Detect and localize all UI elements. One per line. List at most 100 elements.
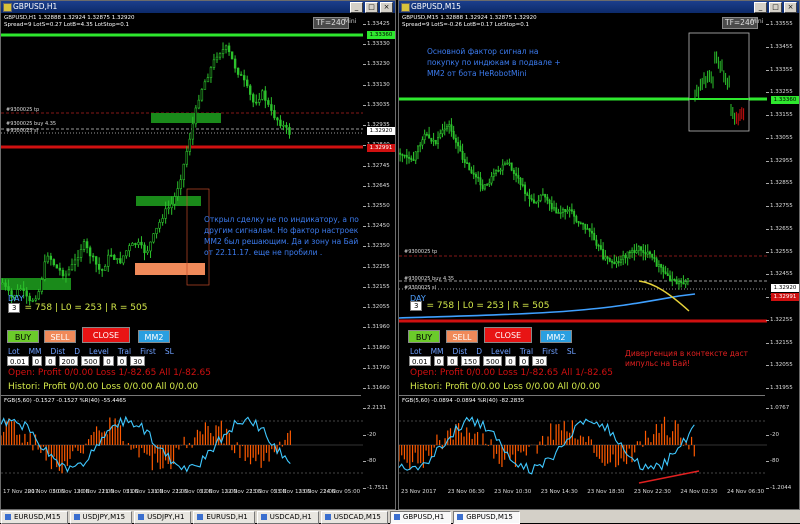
mm2-button[interactable]: MM2: [540, 330, 572, 343]
open-positions-line: Open: Profit 0/0.00 Loss 1/-82.65 All 1/…: [8, 368, 211, 378]
maximize-button[interactable]: □: [365, 2, 378, 13]
oscillator-chart[interactable]: [1, 397, 363, 493]
price-axis: 1.33555 1.33455 1.33355 1.33255 1.33155 1.330…: [766, 13, 799, 393]
axis-tick: 1.32550: [363, 203, 390, 209]
price-label-green: 1.33360: [367, 31, 395, 39]
close-all-button[interactable]: CLOSE: [82, 327, 130, 343]
axis-tick: 1.32155: [766, 339, 793, 346]
axis-tick: 1.32655: [766, 225, 793, 232]
param-input[interactable]: 0: [505, 356, 516, 366]
axis-tick: 1.32350: [363, 243, 390, 250]
param-input[interactable]: 500: [80, 356, 101, 366]
stat-text: = 758 | L0 = 253 | R = 505: [24, 303, 148, 313]
time-tick: 23 Nov 06:30: [447, 489, 485, 495]
axis-tick: -80: [766, 458, 779, 465]
param-label: Level: [89, 347, 109, 356]
price-label-current: 1.32920: [771, 284, 799, 292]
param-labels: Lot MM Dist D Level Tral First SL: [8, 347, 183, 356]
param-fields: 0.01 0 0 150 500 0 0 30: [409, 356, 548, 366]
chart-tab[interactable]: EURUSD,M15: [1, 511, 68, 524]
axis-tick: -1.7511: [362, 485, 389, 491]
param-input[interactable]: 0: [116, 356, 128, 366]
chart-tab[interactable]: EURUSD,H1: [193, 511, 255, 524]
stat-text: = 758 | L0 = 253 | R = 505: [426, 301, 550, 311]
oscillator-chart[interactable]: [399, 397, 767, 493]
param-label: SL: [566, 347, 576, 356]
minimize-button[interactable]: _: [350, 2, 363, 13]
buy-button[interactable]: BUY: [408, 330, 440, 343]
param-label: Level: [491, 347, 511, 356]
level-tp-label: #9300025 tp: [6, 107, 40, 113]
param-label: First: [140, 347, 156, 356]
sell-button[interactable]: SELL: [446, 330, 478, 343]
window-titlebar[interactable]: GBPUSD,H1 _ □ ×: [1, 1, 395, 13]
param-label: Dist: [452, 347, 468, 356]
axis-tick: 1.33330: [363, 41, 390, 48]
param-label: MM: [430, 347, 444, 356]
axis-tick: 1.31960: [363, 324, 390, 331]
param-input[interactable]: 30: [130, 356, 146, 366]
chart-tab[interactable]: GBPUSD,M15: [453, 511, 520, 524]
chart-tab[interactable]: USDCAD,M15: [320, 511, 388, 524]
day-label: DAY: [8, 294, 24, 303]
close-all-button[interactable]: CLOSE: [484, 327, 532, 343]
param-input[interactable]: 0: [103, 356, 114, 366]
close-button[interactable]: ×: [380, 2, 393, 13]
time-axis: 17 Nov 2017 20 Nov 05:00 20 Nov 13:00 20 No…: [1, 489, 361, 499]
param-input[interactable]: 0: [433, 356, 445, 366]
param-label: Lot: [8, 347, 20, 356]
chart-tabs-bar: EURUSD,M15 USDJPY,M15 USDJPY,H1 EURUSD,H1 US…: [0, 510, 800, 524]
chart-tab[interactable]: GBPUSD,H1: [389, 511, 452, 524]
axis-tick: 1.33455: [766, 43, 793, 50]
param-input[interactable]: 200: [58, 356, 78, 366]
axis-tick: 1.33355: [766, 66, 793, 73]
close-button[interactable]: ×: [784, 2, 797, 13]
chart-tab[interactable]: USDCAD,H1: [256, 511, 319, 524]
param-labels: Lot MM Dist D Level Tral First SL: [410, 347, 585, 356]
axis-tick: -20: [363, 431, 376, 438]
axis-tick: 1.0767: [765, 405, 790, 411]
param-label: Tral: [117, 347, 132, 356]
axis-tick: 1.33230: [363, 61, 390, 68]
axis-tick: 1.32155: [363, 283, 390, 290]
axis-tick: 1.32255: [363, 263, 390, 270]
history-line: Histori: Profit 0/0.00 Loss 0/0.00 All 0…: [410, 382, 601, 392]
divergence-note: Дивергенция в контексте даст импульс на …: [625, 349, 748, 368]
trade-comment: Основной фактор сигнал на покупку по инд…: [427, 47, 561, 78]
param-input[interactable]: 0: [45, 356, 56, 366]
param-input[interactable]: 30: [532, 356, 548, 366]
param-input[interactable]: 0.01: [7, 356, 29, 366]
axis-tick: -80: [363, 458, 376, 465]
axis-tick: 1.32645: [363, 182, 390, 189]
axis-tick: 1.32455: [766, 271, 793, 278]
buy-button[interactable]: BUY: [7, 330, 39, 343]
param-input[interactable]: 0.01: [409, 356, 431, 366]
mm2-button[interactable]: MM2: [138, 330, 170, 343]
sell-button[interactable]: SELL: [44, 330, 76, 343]
window-titlebar[interactable]: GBPUSD,M15 _ □ ×: [399, 1, 799, 13]
param-input[interactable]: 150: [460, 356, 480, 366]
axis-tick: 1.32745: [363, 162, 390, 169]
param-input[interactable]: 500: [482, 356, 503, 366]
axis-tick: 1.33035: [363, 101, 390, 108]
minimize-button[interactable]: _: [754, 2, 767, 13]
time-tick: 23 Nov 2017: [401, 489, 437, 495]
price-label-green: 1.33360: [771, 96, 799, 104]
price-label-current: 1.32920: [367, 127, 395, 135]
axis-tick: 1.31955: [766, 385, 793, 391]
param-input[interactable]: 0: [447, 356, 458, 366]
chart-window-gbpusd-h1[interactable]: GBPUSD,H1 _ □ × GBPUSD,H1 1.32888 1.3292…: [0, 0, 396, 510]
param-fields: 0.01 0 0 200 500 0 0 30: [7, 356, 146, 366]
param-label: Lot: [410, 347, 422, 356]
chart-window-gbpusd-m15[interactable]: GBPUSD,M15 _ □ × GBPUSD,M15 1.32888 1.32…: [398, 0, 800, 510]
level-sl-label: #9300025 sl: [6, 128, 39, 134]
axis-tick: 1.32855: [766, 180, 793, 187]
chart-tab[interactable]: USDJPY,H1: [134, 511, 192, 524]
param-input[interactable]: 0: [518, 356, 530, 366]
chart-tab[interactable]: USDJPY,M15: [69, 511, 133, 524]
axis-tick: 1.32450: [363, 223, 390, 230]
param-label: Tral: [519, 347, 534, 356]
axis-tick: 2.2131: [362, 405, 387, 411]
maximize-button[interactable]: □: [769, 2, 782, 13]
param-input[interactable]: 0: [31, 356, 43, 366]
